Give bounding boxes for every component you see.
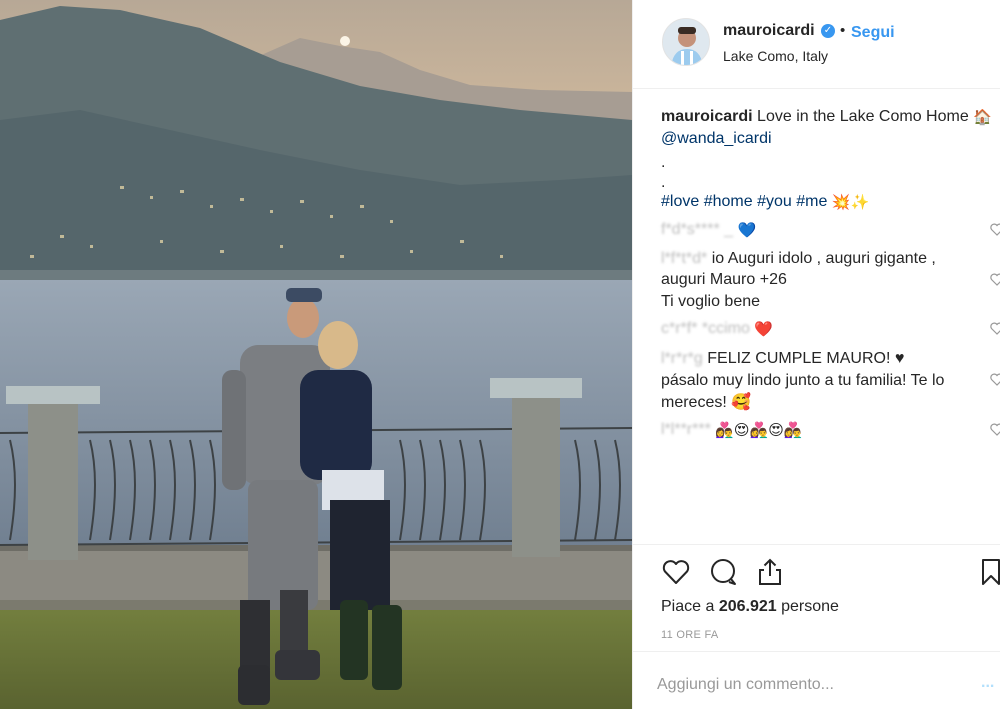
bookmark-icon[interactable]	[978, 557, 1000, 587]
comment-5-like-icon[interactable]	[990, 423, 1000, 436]
caption-line-2: @wanda_icardi	[661, 128, 772, 149]
hashtag-me[interactable]: #me	[796, 193, 827, 210]
comment-1: f*d*s**** _ 💙	[661, 219, 756, 240]
caption-text: Love in the Lake Como Home	[757, 108, 969, 125]
lake-como-photo	[0, 0, 632, 709]
blue-heart-emoji-icon: 💙	[737, 222, 757, 239]
couple-emoji-icon: 👩‍❤️‍👨😍👩‍❤️‍👨😍👩‍❤️‍👨	[715, 422, 803, 439]
comment-3-username[interactable]: c*r*f* *ccimo	[661, 320, 750, 337]
comment-4-line-2: pásalo muy lindo junto a tu familia! Te …	[661, 372, 945, 389]
avatar[interactable]	[662, 18, 710, 66]
caption-dot-2: .	[661, 174, 666, 191]
comment-2-line-2: auguri Mauro +26	[661, 271, 787, 288]
post-side-panel: mauroicardi ✓ • Segui Lake Como, Italy m…	[632, 0, 1000, 709]
house-emoji-icon: 🏠	[973, 109, 992, 126]
comment-2-line-3: Ti voglio bene	[661, 293, 761, 310]
comment-1-like-icon[interactable]	[990, 223, 1000, 236]
comment-2-username[interactable]: l*f*t*d*	[661, 250, 707, 267]
location-link[interactable]: Lake Como, Italy	[723, 48, 828, 64]
red-heart-emoji-icon: ❤️	[754, 321, 774, 338]
caption-dot-1: .	[661, 154, 666, 171]
speech-bubble-icon[interactable]	[708, 557, 738, 587]
likes-suffix: persone	[781, 598, 839, 615]
verified-badge-icon: ✓	[821, 24, 835, 38]
caption-mention[interactable]: @wanda_icardi	[661, 130, 772, 147]
header-separator: •	[840, 22, 846, 39]
comment-4-line-1: l*r*r*g FELIZ CUMPLE MAURO! ♥	[661, 348, 904, 369]
comments-list[interactable]: mauroicardi Love in the Lake Como Home 🏠…	[633, 100, 1000, 540]
author-username[interactable]: mauroicardi	[723, 22, 815, 40]
comment-3-like-icon[interactable]	[990, 322, 1000, 335]
likes-count[interactable]: Piace a 206.921 persone	[661, 598, 839, 616]
comment-3: c*r*f* *ccimo ❤️	[661, 318, 773, 339]
comment-2-text-1: io Auguri idolo , auguri gigante ,	[711, 250, 936, 267]
comment-2-line-1: l*f*t*d* io Auguri idolo , auguri gigant…	[661, 248, 936, 269]
follow-button[interactable]: Segui	[851, 24, 895, 42]
actions-divider	[633, 544, 1000, 545]
comment-1-username[interactable]: f*d*s**** _	[661, 221, 733, 238]
comment-4-like-icon[interactable]	[990, 373, 1000, 386]
post-photo[interactable]	[0, 0, 632, 709]
share-upload-icon[interactable]	[755, 557, 785, 587]
heart-outline-icon[interactable]	[661, 557, 691, 587]
post-timestamp[interactable]: 11 ORE FA	[661, 629, 719, 641]
caption-username[interactable]: mauroicardi	[661, 108, 753, 125]
comment-5-username[interactable]: l*l**r***	[661, 421, 711, 438]
post-comment-button[interactable]: ...	[981, 674, 994, 692]
comment-5: l*l**r*** 👩‍❤️‍👨😍👩‍❤️‍👨😍👩‍❤️‍👨	[661, 419, 803, 440]
caption-line-1: mauroicardi Love in the Lake Como Home 🏠	[661, 106, 992, 127]
hashtag-home[interactable]: #home	[704, 193, 753, 210]
comment-4-text-1: FELIZ CUMPLE MAURO! ♥	[707, 350, 905, 367]
hashtag-love[interactable]: #love	[661, 193, 699, 210]
caption-hashtags: #love #home #you #me 💥✨	[661, 191, 869, 212]
hashtag-you[interactable]: #you	[757, 193, 792, 210]
avatar-image	[663, 19, 709, 65]
likes-prefix: Piace a	[661, 598, 715, 615]
comment-divider	[633, 651, 1000, 652]
comment-4-username[interactable]: l*r*r*g	[661, 350, 703, 367]
add-comment-input[interactable]	[657, 672, 977, 698]
comment-4-line-3: mereces! 🥰	[661, 394, 752, 411]
comment-2-like-icon[interactable]	[990, 273, 1000, 286]
likes-number: 206.921	[718, 598, 777, 615]
sparkle-emoji-icon: 💥✨	[831, 194, 870, 211]
post-header: mauroicardi ✓ • Segui Lake Como, Italy	[633, 0, 1000, 89]
